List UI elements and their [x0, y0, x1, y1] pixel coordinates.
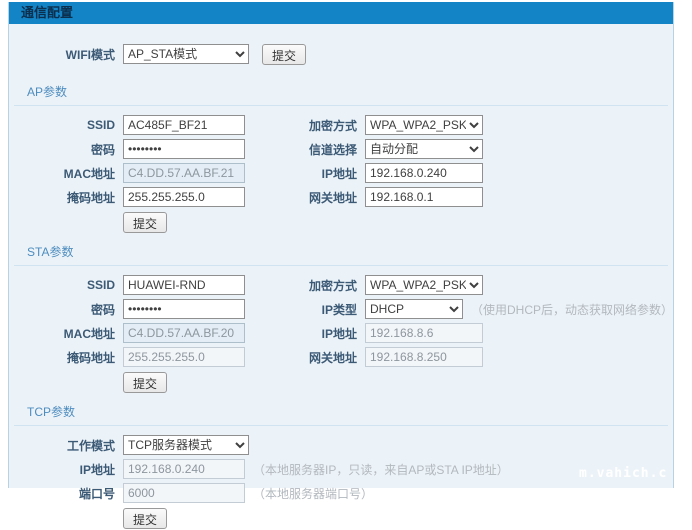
sta-mask-value [123, 347, 245, 367]
tcp-section-title: TCP参数 [14, 398, 668, 426]
ap-encryption-select[interactable]: WPA_WPA2_PSK [365, 115, 483, 135]
sta-section: SSID 加密方式 WPA_WPA2_PSK 密码 IP类型 DHCP （使用D… [9, 275, 673, 394]
ap-row-3: MAC地址 IP地址 [9, 163, 673, 183]
sta-password-label: 密码 [9, 301, 115, 318]
ap-gateway-label: 网关地址 [245, 189, 357, 206]
ap-submit-button[interactable]: 提交 [123, 212, 167, 233]
sta-mask-label: 掩码地址 [9, 349, 115, 366]
sta-submit-row: 提交 [9, 371, 673, 394]
sta-gateway-value [365, 347, 483, 367]
tcp-port-note: （本地服务器端口号） [253, 485, 373, 502]
ap-section: SSID 加密方式 WPA_WPA2_PSK 密码 信道选择 自动分配 MAC地… [9, 115, 673, 234]
tcp-row-1: 工作模式 TCP服务器模式 [9, 435, 673, 455]
wifi-mode-row: WIFI模式 AP_STA模式 提交 [9, 44, 673, 64]
sta-ip-value [365, 323, 483, 343]
sta-row-3: MAC地址 IP地址 [9, 323, 673, 343]
sta-ssid-input[interactable] [123, 275, 245, 295]
sta-iptype-note: （使用DHCP后，动态获取网络参数） [471, 301, 673, 318]
ap-encryption-label: 加密方式 [245, 117, 357, 134]
sta-ip-label: IP地址 [245, 325, 357, 342]
tcp-row-2: IP地址 （本地服务器IP，只读，来自AP或STA IP地址） [9, 459, 673, 479]
ap-ip-label: IP地址 [245, 165, 357, 182]
ap-ssid-input[interactable] [123, 115, 245, 135]
watermark: m.vahich.c [579, 466, 667, 481]
ap-channel-select[interactable]: 自动分配 [365, 139, 483, 159]
ap-ip-input[interactable] [365, 163, 483, 183]
tcp-submit-row: 提交 [9, 507, 673, 530]
sta-mac-label: MAC地址 [9, 325, 115, 342]
tcp-workmode-label: 工作模式 [9, 437, 115, 454]
sta-encryption-select[interactable]: WPA_WPA2_PSK [365, 275, 483, 295]
sta-encryption-label: 加密方式 [245, 277, 357, 294]
ap-mask-input[interactable] [123, 187, 245, 207]
ap-gateway-input[interactable] [365, 187, 483, 207]
page-title: 通信配置 [9, 2, 673, 24]
tcp-ip-label: IP地址 [9, 461, 115, 478]
ap-password-label: 密码 [9, 141, 115, 158]
sta-iptype-select[interactable]: DHCP [365, 299, 463, 319]
tcp-section: 工作模式 TCP服务器模式 IP地址 （本地服务器IP，只读，来自AP或STA … [9, 435, 673, 530]
ap-row-1: SSID 加密方式 WPA_WPA2_PSK [9, 115, 673, 135]
ap-mask-label: 掩码地址 [9, 189, 115, 206]
tcp-port-value [123, 483, 245, 503]
ap-ssid-label: SSID [9, 118, 115, 132]
ap-mac-value [123, 163, 245, 183]
ap-row-4: 掩码地址 网关地址 [9, 187, 673, 207]
ap-mac-label: MAC地址 [9, 165, 115, 182]
tcp-port-label: 端口号 [9, 485, 115, 502]
sta-gateway-label: 网关地址 [245, 349, 357, 366]
sta-row-2: 密码 IP类型 DHCP （使用DHCP后，动态获取网络参数） [9, 299, 673, 319]
tcp-submit-button[interactable]: 提交 [123, 508, 167, 529]
panel-body: WIFI模式 AP_STA模式 提交 AP参数 SSID 加密方式 WPA_WP… [9, 24, 673, 530]
sta-password-input[interactable] [123, 299, 245, 319]
ap-submit-row: 提交 [9, 211, 673, 234]
wifi-mode-submit-button[interactable]: 提交 [262, 44, 306, 65]
wifi-mode-select[interactable]: AP_STA模式 [123, 44, 249, 64]
sta-section-title: STA参数 [14, 238, 668, 266]
ap-row-2: 密码 信道选择 自动分配 [9, 139, 673, 159]
ap-password-input[interactable] [123, 139, 245, 159]
config-panel: 通信配置 WIFI模式 AP_STA模式 提交 AP参数 SSID 加密方式 W… [8, 2, 674, 488]
tcp-ip-note: （本地服务器IP，只读，来自AP或STA IP地址） [253, 461, 509, 478]
sta-ssid-label: SSID [9, 278, 115, 292]
ap-section-title: AP参数 [14, 78, 668, 106]
sta-iptype-label: IP类型 [245, 301, 357, 318]
sta-submit-button[interactable]: 提交 [123, 372, 167, 393]
ap-channel-label: 信道选择 [245, 141, 357, 158]
sta-mac-value [123, 323, 245, 343]
sta-row-1: SSID 加密方式 WPA_WPA2_PSK [9, 275, 673, 295]
wifi-mode-label: WIFI模式 [9, 46, 115, 63]
tcp-ip-value [123, 459, 245, 479]
tcp-row-3: 端口号 （本地服务器端口号） [9, 483, 673, 503]
sta-row-4: 掩码地址 网关地址 [9, 347, 673, 367]
tcp-workmode-select[interactable]: TCP服务器模式 [123, 435, 249, 455]
